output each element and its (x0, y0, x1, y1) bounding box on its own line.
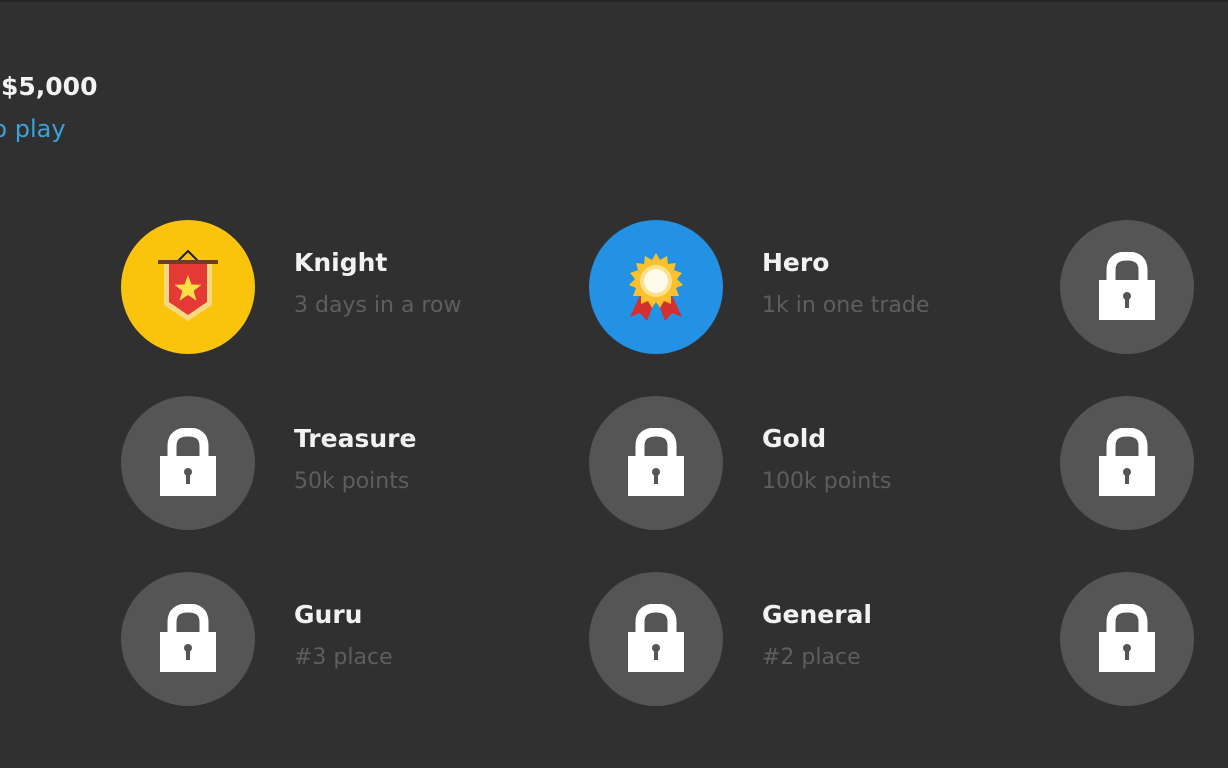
hero-badge[interactable] (589, 220, 723, 354)
gold-badge[interactable] (589, 396, 723, 530)
lock-icon (1099, 252, 1155, 320)
achievement-subtitle-treasure: 50k points (294, 469, 410, 494)
achievement-subtitle-hero: 1k in one trade (762, 293, 930, 318)
lock-icon (160, 428, 216, 496)
lock-icon (1099, 604, 1155, 672)
locked-badge[interactable] (1060, 220, 1194, 354)
achievement-title-treasure: Treasure (294, 424, 417, 453)
general-badge[interactable] (589, 572, 723, 706)
hero-medal-icon (629, 253, 683, 321)
top-border (0, 0, 1228, 2)
locked-badge[interactable] (1060, 572, 1194, 706)
balance-amount: $5,000 (1, 72, 98, 101)
achievement-subtitle-gold: 100k points (762, 469, 892, 494)
achievement-title-hero: Hero (762, 248, 830, 277)
achievement-subtitle-guru: #3 place (294, 645, 393, 670)
lock-icon (628, 604, 684, 672)
lock-icon (1099, 428, 1155, 496)
knight-banner-icon (158, 249, 218, 321)
lock-icon (628, 428, 684, 496)
treasure-badge[interactable] (121, 396, 255, 530)
lock-icon (160, 604, 216, 672)
knight-badge[interactable] (121, 220, 255, 354)
achievement-title-gold: Gold (762, 424, 827, 453)
achievement-title-guru: Guru (294, 600, 363, 629)
achievement-subtitle-knight: 3 days in a row (294, 293, 462, 318)
achievement-title-general: General (762, 600, 872, 629)
guru-badge[interactable] (121, 572, 255, 706)
achievement-title-knight: Knight (294, 248, 388, 277)
locked-badge[interactable] (1060, 396, 1194, 530)
achievements-screen: $5,000 to play es Knight 3 days in a row… (0, 0, 1228, 768)
achievement-subtitle-general: #2 place (762, 645, 861, 670)
play-link[interactable]: to play (0, 115, 66, 143)
